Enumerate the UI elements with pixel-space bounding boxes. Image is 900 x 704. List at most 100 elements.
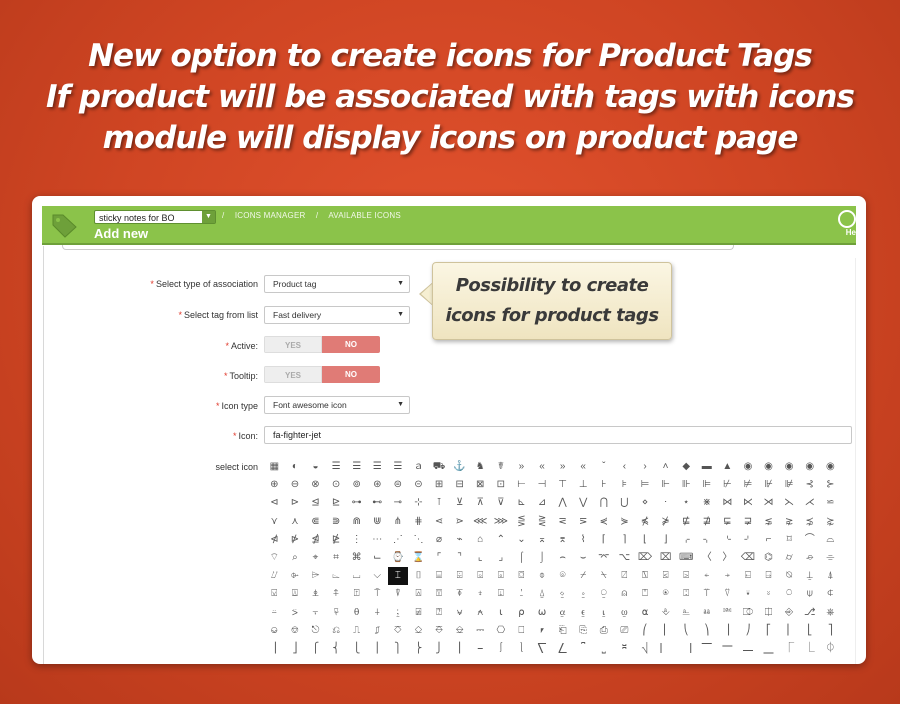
icon-option[interactable]: ⌮ xyxy=(799,549,820,567)
icon-option[interactable]: ⊙ xyxy=(326,476,347,494)
icon-option[interactable]: ⌸ xyxy=(429,567,450,585)
icon-option[interactable]: ⊞ xyxy=(429,476,450,494)
icon-option[interactable]: ⍞ xyxy=(635,585,656,603)
icon-option[interactable]: ⏀ xyxy=(820,640,841,658)
icon-option[interactable]: ⎛ xyxy=(635,622,656,640)
icon-option[interactable]: ａ xyxy=(408,458,429,476)
icon-option[interactable]: ⊮ xyxy=(758,476,779,494)
icon-option[interactable]: ⎴ xyxy=(573,640,594,658)
icon-option[interactable]: ⍃ xyxy=(655,567,676,585)
icon-option[interactable]: ⋌ xyxy=(799,494,820,512)
icon-option[interactable]: ⌛ xyxy=(408,549,429,567)
tag-select[interactable]: Fast delivery ▼ xyxy=(264,306,410,324)
icon-option[interactable]: ◒ xyxy=(305,458,326,476)
tooltip-yes-option[interactable]: YES xyxy=(264,366,322,383)
icon-option[interactable]: ⋇ xyxy=(696,494,717,512)
icon-option[interactable]: ⌦ xyxy=(635,549,656,567)
icon-option[interactable]: ⌊ xyxy=(635,531,656,549)
help-icon[interactable] xyxy=(838,210,856,228)
icon-option[interactable]: ⋖ xyxy=(429,513,450,531)
icon-option[interactable]: ⍴ xyxy=(511,604,532,622)
icon-option[interactable]: ⋟ xyxy=(614,513,635,531)
breadcrumb-icons-manager[interactable]: ICONS MANAGER xyxy=(235,211,306,220)
icon-option[interactable]: ⎟ xyxy=(717,622,738,640)
icon-option[interactable]: ⋢ xyxy=(676,513,697,531)
icon-option[interactable]: ⊷ xyxy=(367,494,388,512)
icon-option[interactable]: ⋝ xyxy=(573,513,594,531)
icon-option[interactable]: ⍄ xyxy=(676,567,697,585)
icon-option[interactable]: ⎅ xyxy=(758,604,779,622)
icon-option[interactable]: ⎉ xyxy=(264,622,285,640)
icon-option[interactable]: ⎲ xyxy=(532,640,553,658)
icon-option[interactable]: ⌘ xyxy=(346,549,367,567)
icon-option[interactable]: ⍘ xyxy=(511,585,532,603)
icon-option[interactable]: ⎷ xyxy=(635,640,656,658)
icon-option[interactable]: ⊯ xyxy=(779,476,800,494)
icon-option[interactable]: ⊝ xyxy=(408,476,429,494)
icon-option[interactable]: ⍍ xyxy=(285,585,306,603)
icon-option[interactable]: ⌡ xyxy=(532,549,553,567)
icon-option[interactable]: ⋠ xyxy=(635,513,656,531)
icon-option[interactable]: ⎪ xyxy=(367,640,388,658)
icon-option[interactable]: ⌨ xyxy=(676,549,697,567)
icon-option[interactable]: ⊪ xyxy=(676,476,697,494)
icon-option[interactable]: ⌋ xyxy=(655,531,676,549)
icon-option[interactable]: ⊬ xyxy=(717,476,738,494)
icon-option[interactable]: ⊜ xyxy=(388,476,409,494)
shop-selector[interactable]: sticky notes for BO ▼ xyxy=(94,210,216,224)
icon-option[interactable]: ⋕ xyxy=(408,513,429,531)
icon-option[interactable]: ⋅ xyxy=(655,494,676,512)
icon-option[interactable]: ⎮ xyxy=(449,640,470,658)
icon-option[interactable]: ⊛ xyxy=(367,476,388,494)
icon-option[interactable]: ⍲ xyxy=(470,604,491,622)
icon-option[interactable]: ⍙ xyxy=(532,585,553,603)
icon-option[interactable]: ⎶ xyxy=(614,640,635,658)
icon-option[interactable]: ⎯ xyxy=(470,640,491,658)
icon-option[interactable]: ⌿ xyxy=(573,567,594,585)
icon-option[interactable]: ⎋ xyxy=(305,622,326,640)
icon-option[interactable]: ⍬ xyxy=(346,604,367,622)
icon-option[interactable]: ⎸ xyxy=(655,640,676,658)
icon-option[interactable]: ⎥ xyxy=(264,640,285,658)
icon-option[interactable]: ⋥ xyxy=(738,513,759,531)
icon-option[interactable]: ⊖ xyxy=(285,476,306,494)
icon-option[interactable]: ⎠ xyxy=(738,622,759,640)
icon-option[interactable]: ⌫ xyxy=(738,549,759,567)
icon-option[interactable]: ⎈ xyxy=(820,604,841,622)
breadcrumb-available-icons[interactable]: AVAILABLE ICONS xyxy=(328,211,401,220)
icon-option[interactable]: ⎰ xyxy=(491,640,512,658)
icon-option[interactable]: ⎗ xyxy=(552,622,573,640)
tooltip-toggle[interactable]: YES NO xyxy=(264,366,380,383)
icon-option[interactable]: ⋤ xyxy=(717,513,738,531)
icon-option[interactable]: ⍸ xyxy=(594,604,615,622)
icon-option[interactable]: ⌢ xyxy=(552,549,573,567)
icon-option[interactable]: ⋡ xyxy=(655,513,676,531)
icon-option[interactable]: ⌼ xyxy=(511,567,532,585)
icon-option[interactable]: ⍂ xyxy=(635,567,656,585)
icon-option[interactable]: ⎼ xyxy=(738,640,759,658)
icon-option[interactable]: ⎱ xyxy=(511,640,532,658)
icon-option[interactable]: ⌾ xyxy=(552,567,573,585)
active-toggle[interactable]: YES NO xyxy=(264,336,380,353)
icon-option[interactable]: ⍪ xyxy=(305,604,326,622)
icon-option[interactable]: ⌁ xyxy=(449,531,470,549)
icon-option[interactable]: ⋯ xyxy=(367,531,388,549)
icon-option[interactable]: ⋜ xyxy=(552,513,573,531)
icon-option[interactable]: ⎞ xyxy=(696,622,717,640)
icon-option[interactable]: ⌞ xyxy=(470,549,491,567)
icon-option[interactable]: ⍦ xyxy=(799,585,820,603)
icon-option[interactable]: ⋧ xyxy=(779,513,800,531)
icon-option[interactable]: ⋨ xyxy=(799,513,820,531)
icon-option[interactable]: ⌵ xyxy=(367,567,388,585)
icon-option[interactable]: ⍖ xyxy=(470,585,491,603)
icon-option[interactable]: ⍌ xyxy=(264,585,285,603)
icon-option[interactable]: ⍇ xyxy=(738,567,759,585)
icon-option[interactable]: ⌔ xyxy=(264,549,285,567)
icon-option[interactable]: ⊳ xyxy=(285,494,306,512)
icon-option[interactable]: › xyxy=(635,458,656,476)
icon-option[interactable]: ⊥ xyxy=(573,476,594,494)
icon-option[interactable]: ⍊ xyxy=(799,567,820,585)
icon-option[interactable]: ˄ xyxy=(655,458,676,476)
icon-option[interactable]: ⍟ xyxy=(655,585,676,603)
icon-option[interactable]: ⊕ xyxy=(264,476,285,494)
